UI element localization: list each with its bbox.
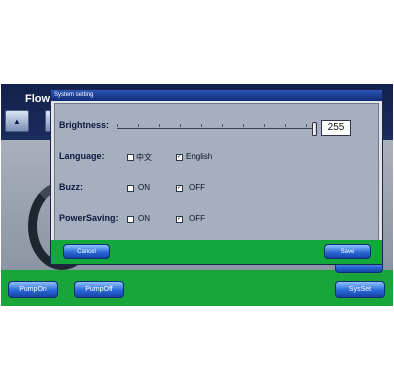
- brightness-slider-ticks: [117, 124, 313, 127]
- up-arrow-icon: ▲: [13, 116, 21, 126]
- sys-set-button[interactable]: SysSet: [335, 281, 385, 298]
- pump-off-label: PumpOff: [85, 286, 113, 293]
- language-chinese-checkbox[interactable]: [127, 154, 134, 161]
- dialog-body: Brightness: 255 Language: 中文 ✓ English B…: [54, 103, 379, 249]
- sys-set-label: SysSet: [348, 286, 372, 293]
- brightness-value[interactable]: 255: [321, 120, 351, 136]
- cancel-button[interactable]: Cancel: [63, 244, 110, 259]
- power-saving-on-label: ON: [138, 214, 150, 223]
- buzz-off-checkbox[interactable]: ✓: [176, 185, 183, 192]
- dialog-title: System setting: [54, 92, 94, 98]
- save-button[interactable]: Save: [324, 244, 371, 259]
- language-english-label: English: [186, 152, 213, 161]
- language-label: Language:: [59, 151, 105, 161]
- save-label: Save: [340, 248, 355, 255]
- photo-frame: Flow: ▲ ▲ PumpOn PumpOff SysSet System s…: [0, 0, 394, 392]
- buzz-on-label: ON: [138, 183, 150, 192]
- power-saving-on-checkbox[interactable]: [127, 216, 134, 223]
- brightness-slider-thumb[interactable]: [312, 122, 317, 136]
- language-english-checkbox[interactable]: ✓: [176, 154, 183, 161]
- buzz-on-checkbox[interactable]: [127, 185, 134, 192]
- power-saving-label: PowerSaving:: [59, 213, 119, 223]
- flow-up-button[interactable]: ▲: [5, 110, 29, 132]
- dialog-title-bar: System setting: [51, 90, 382, 101]
- pump-on-button[interactable]: PumpOn: [8, 281, 58, 298]
- brightness-label: Brightness:: [59, 120, 110, 130]
- power-saving-off-label: OFF: [189, 214, 205, 223]
- buzz-off-label: OFF: [189, 183, 205, 192]
- buzz-label: Buzz:: [59, 182, 83, 192]
- pump-on-label: PumpOn: [19, 286, 47, 293]
- system-setting-dialog: System setting Brightness: 255 Language:…: [50, 89, 383, 265]
- dialog-footer: Cancel Save: [51, 240, 382, 264]
- brightness-slider[interactable]: [117, 128, 313, 129]
- language-chinese-label: 中文: [136, 153, 152, 162]
- power-saving-off-checkbox[interactable]: ✓: [176, 216, 183, 223]
- cancel-label: Cancel: [77, 248, 96, 255]
- pump-off-button[interactable]: PumpOff: [74, 281, 124, 298]
